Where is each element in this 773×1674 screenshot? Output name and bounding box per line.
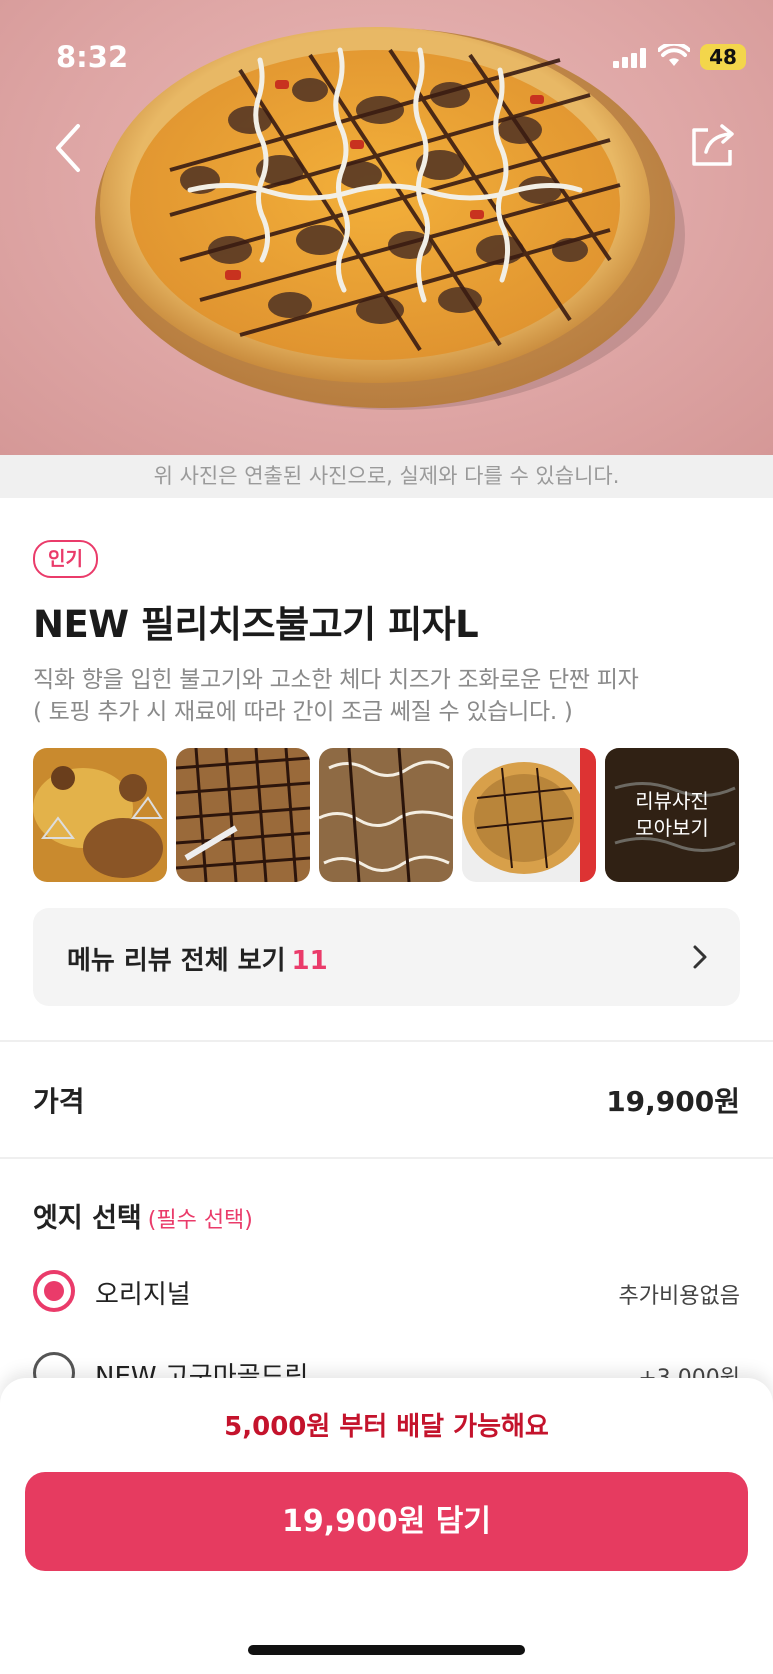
review-all-text: 메뉴 리뷰 전체 보기 bbox=[67, 946, 286, 976]
chevron-left-icon bbox=[56, 124, 80, 172]
option-extra-cost: 추가비용없음 bbox=[618, 1284, 740, 1309]
review-photos-more-label: 리뷰사진 모아보기 bbox=[605, 748, 739, 882]
review-all-label: 메뉴 리뷰 전체 보기 11 bbox=[67, 940, 328, 977]
review-photo-thumbnail[interactable] bbox=[319, 748, 453, 882]
more-label-line1: 리뷰사진 bbox=[635, 789, 709, 813]
share-icon bbox=[692, 124, 734, 166]
price-label: 가격 bbox=[33, 1085, 85, 1118]
add-to-cart-button[interactable]: 19,900원 담기 bbox=[25, 1472, 748, 1571]
hero-image: 8:32 48 bbox=[0, 0, 773, 455]
back-button[interactable] bbox=[48, 120, 88, 176]
more-label-line2: 모아보기 bbox=[635, 816, 709, 840]
edge-select-label: 엣지 선택 bbox=[33, 1203, 142, 1234]
section-divider bbox=[0, 1040, 773, 1042]
home-indicator bbox=[248, 1645, 525, 1655]
photo-disclaimer: 위 사진은 연출된 사진으로, 실제와 다를 수 있습니다. bbox=[0, 455, 773, 498]
option-name: 오리지널 bbox=[95, 1280, 191, 1310]
product-description-line2: ( 토핑 추가 시 재료에 따라 간이 조금 쎄질 수 있습니다. ) bbox=[33, 699, 573, 725]
status-bar: 8:32 48 bbox=[0, 38, 773, 78]
review-photos-more-button[interactable]: 리뷰사진 모아보기 bbox=[605, 748, 739, 882]
chevron-right-icon bbox=[693, 945, 707, 969]
wifi-icon bbox=[658, 44, 690, 66]
product-title: NEW 필리치즈불고기 피자L bbox=[33, 603, 479, 646]
review-photo-strip: 리뷰사진 모아보기 bbox=[33, 748, 741, 882]
share-button[interactable] bbox=[690, 122, 736, 168]
required-label: (필수 선택) bbox=[147, 1208, 253, 1233]
review-count: 11 bbox=[291, 946, 328, 976]
min-order-notice: 5,000원 부터 배달 가능해요 bbox=[224, 1412, 549, 1442]
popular-badge: 인기 bbox=[33, 540, 98, 578]
edge-select-title: 엣지 선택 (필수 선택) bbox=[33, 1196, 253, 1235]
price-value: 19,900원 bbox=[606, 1085, 740, 1118]
review-photo-thumbnail[interactable] bbox=[462, 748, 596, 882]
review-photo-thumbnail[interactable] bbox=[176, 748, 310, 882]
menu-review-all-button[interactable]: 메뉴 리뷰 전체 보기 11 bbox=[33, 908, 740, 1006]
section-divider bbox=[0, 1157, 773, 1159]
product-description-line1: 직화 향을 입힌 불고기와 고소한 체다 치즈가 조화로운 단짠 피자 bbox=[33, 667, 639, 693]
review-photo-thumbnail[interactable] bbox=[33, 748, 167, 882]
cellular-signal-icon bbox=[613, 48, 646, 68]
battery-icon: 48 bbox=[700, 44, 746, 70]
radio-selected-icon bbox=[33, 1270, 75, 1312]
status-time: 8:32 bbox=[56, 40, 129, 74]
edge-option-original[interactable]: 오리지널 추가비용없음 bbox=[33, 1270, 740, 1320]
